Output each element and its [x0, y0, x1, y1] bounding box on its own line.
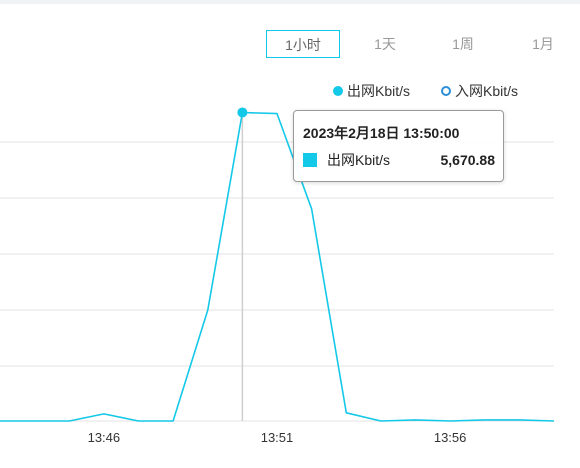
chart-tooltip: 2023年2月18日 13:50:00 出网Kbit/s 5,670.88	[293, 110, 504, 182]
x-tick-label: 13:51	[261, 430, 294, 445]
tooltip-square-icon	[303, 153, 317, 167]
x-tick-label: 13:56	[434, 430, 467, 445]
tooltip-value: 5,670.88	[440, 152, 496, 168]
tooltip-series-name: 出网Kbit/s	[327, 152, 391, 168]
x-tick-label: 13:46	[88, 430, 121, 445]
tooltip-title: 2023年2月18日 13:50:00	[303, 125, 460, 141]
x-axis-ticks: 13:46 13:51 13:56	[88, 430, 467, 445]
traffic-line-chart[interactable]: 13:46 13:51 13:56	[0, 0, 580, 468]
highlighted-point	[237, 107, 248, 118]
grid-lines	[0, 141, 554, 422]
tooltip-row: 出网Kbit/s 5,670.88	[303, 151, 495, 169]
